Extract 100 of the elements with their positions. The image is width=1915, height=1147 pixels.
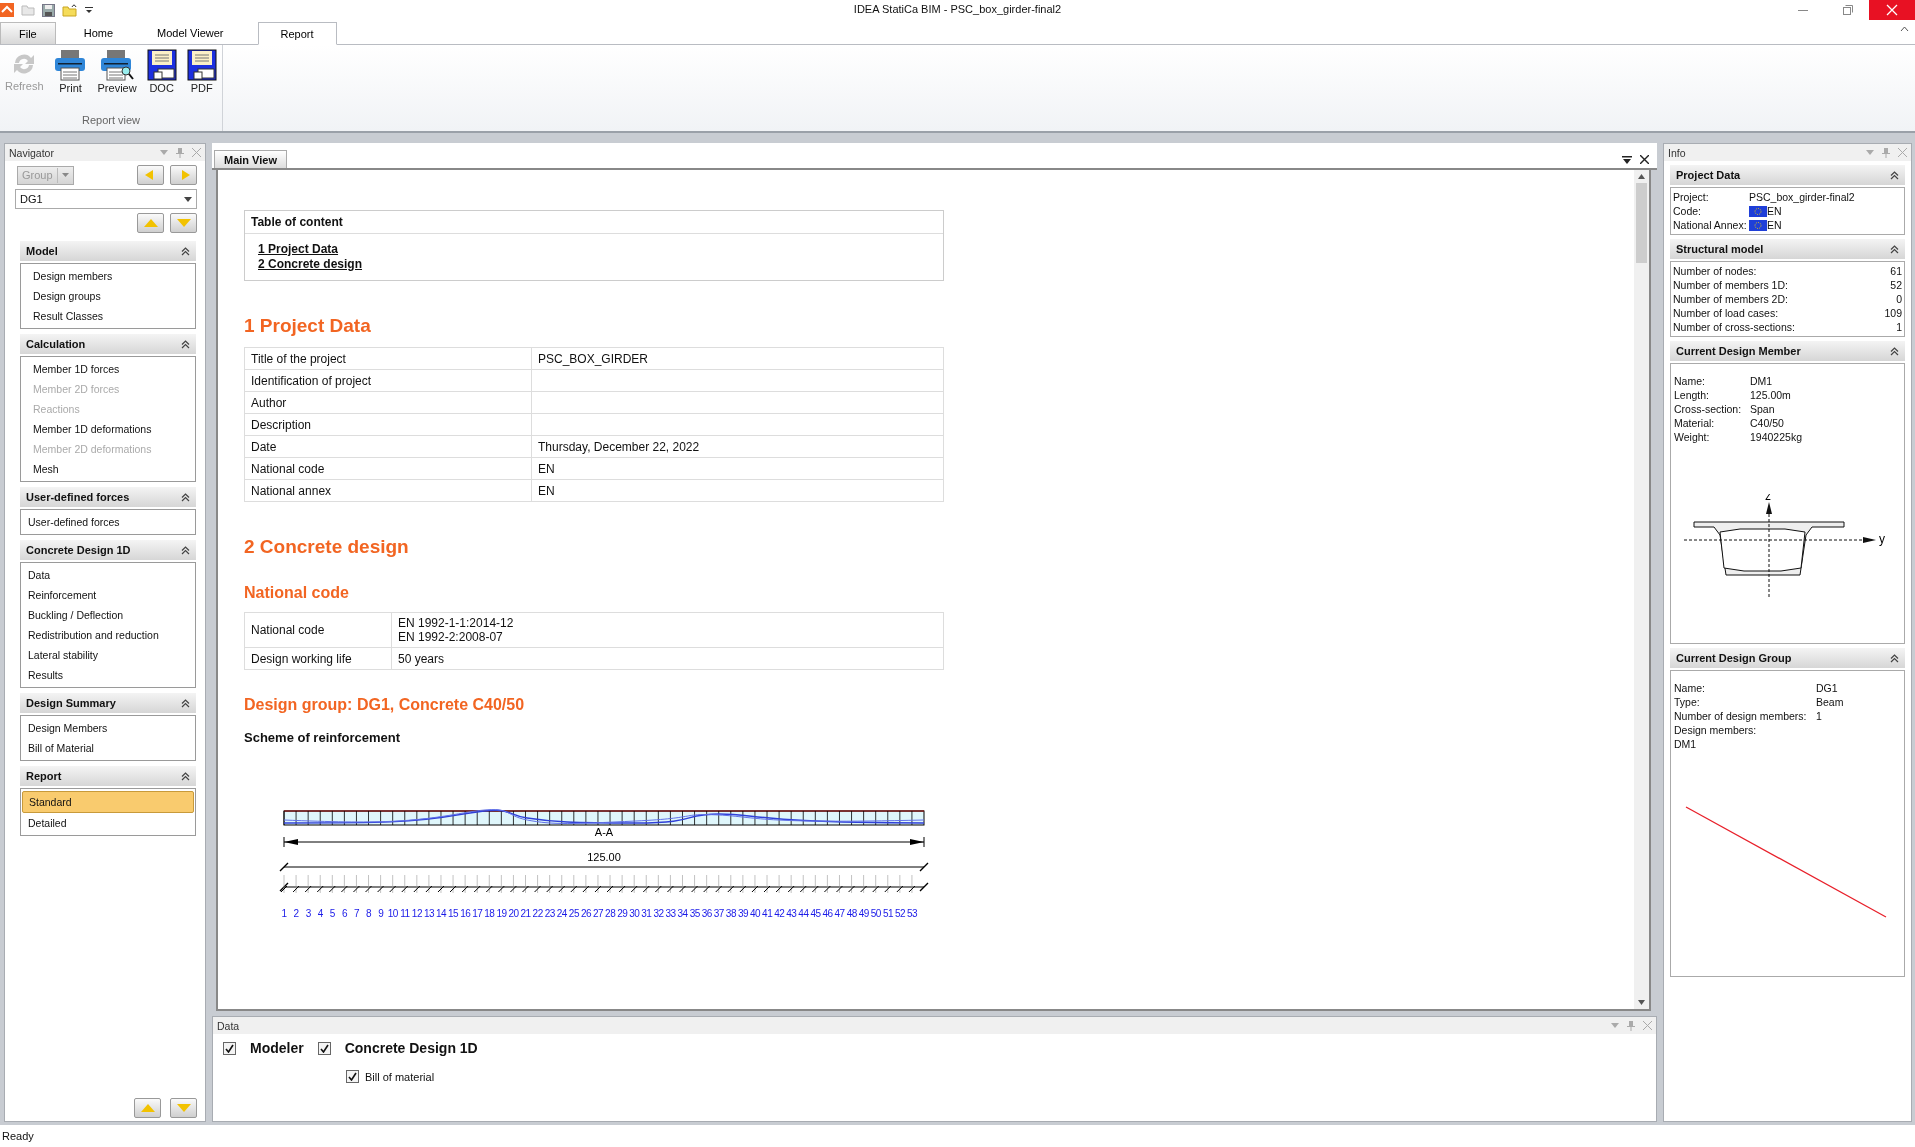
collapse-icon <box>181 545 190 555</box>
navigator-item[interactable]: Standard <box>22 791 194 813</box>
info-label: Project: <box>1673 190 1710 204</box>
element-number: 40 <box>749 908 762 919</box>
ribbon-tab[interactable]: File <box>0 22 56 44</box>
navigator-item[interactable]: Design Members <box>22 718 194 738</box>
ribbon-button[interactable]: DOC <box>143 49 180 94</box>
move-down-button[interactable] <box>170 213 197 233</box>
collapse-icon <box>181 492 190 502</box>
ribbon-tab[interactable]: Report <box>257 22 337 45</box>
section-header[interactable]: Project Data <box>1670 165 1905 185</box>
checkbox[interactable] <box>346 1070 359 1083</box>
navigator-item[interactable]: Member 1D deformations <box>22 419 194 439</box>
navigator-item[interactable]: Member 1D forces <box>22 359 194 379</box>
info-value: C40/50 <box>1750 416 1784 430</box>
document-tab[interactable]: Main View <box>214 150 287 168</box>
section-header[interactable]: Structural model <box>1670 239 1905 259</box>
move-up-button[interactable] <box>134 1098 161 1118</box>
navigator-item[interactable]: Design groups <box>22 286 194 306</box>
ribbon-button[interactable]: Preview <box>94 49 140 94</box>
checkbox[interactable] <box>317 1041 331 1055</box>
info-value: 1940225kg <box>1750 430 1802 444</box>
info-label: Design members: <box>1674 723 1758 737</box>
pin-icon[interactable] <box>1627 1020 1635 1031</box>
navigator-item[interactable]: Design members <box>22 266 194 286</box>
info-value: EN <box>1767 218 1782 232</box>
info-label: Code: <box>1673 204 1703 218</box>
element-number: 7 <box>352 908 361 919</box>
table-cell: Title of the project <box>244 347 532 370</box>
ribbon-button[interactable]: PDF <box>183 49 220 94</box>
element-number: 42 <box>773 908 786 919</box>
section-header[interactable]: User-defined forces <box>20 487 196 507</box>
element-number: 16 <box>459 908 472 919</box>
navigator-item[interactable]: Data <box>22 565 194 585</box>
next-button[interactable] <box>170 165 197 185</box>
element-number: 36 <box>700 908 713 919</box>
collapse-ribbon-icon[interactable] <box>1900 26 1909 32</box>
dropdown-icon[interactable] <box>1622 156 1632 164</box>
navigator-item[interactable]: Results <box>22 665 194 685</box>
info-label: Length: <box>1674 388 1711 402</box>
save-icon[interactable] <box>42 3 55 17</box>
section-header[interactable]: Report <box>20 766 196 786</box>
folder-icon[interactable] <box>21 4 35 16</box>
navigator-item[interactable]: User-defined forces <box>22 512 194 532</box>
element-number: 30 <box>628 908 641 919</box>
info-value: Span <box>1750 402 1775 416</box>
checkbox[interactable] <box>223 1041 236 1055</box>
section-header[interactable]: Current Design Member <box>1670 341 1905 361</box>
open-folder-icon[interactable] <box>62 3 78 17</box>
element-number: 18 <box>483 908 496 919</box>
down-arrow-icon <box>176 219 191 227</box>
table-cell: Description <box>244 413 532 436</box>
collapse-icon <box>181 246 190 256</box>
element-number: 14 <box>435 908 448 919</box>
pin-icon[interactable] <box>1882 147 1890 158</box>
section-header[interactable]: Concrete Design 1D <box>20 540 196 560</box>
section-header[interactable]: Current Design Group <box>1670 648 1905 668</box>
section-header[interactable]: Design Summary <box>20 693 196 713</box>
pin-icon[interactable] <box>176 147 184 158</box>
navigator-item[interactable]: Bill of Material <box>22 738 194 758</box>
toc-link[interactable]: 1 Project Data <box>258 242 339 256</box>
navigator-item[interactable]: Reinforcement <box>22 585 194 605</box>
app-logo-icon[interactable] <box>0 3 14 17</box>
panel-title: Info <box>1668 146 1686 159</box>
previous-button[interactable] <box>137 165 164 185</box>
dropdown-icon <box>61 173 69 177</box>
element-number: 4 <box>316 908 324 919</box>
vertical-scrollbar[interactable] <box>1634 170 1649 1009</box>
info-label: Material: <box>1674 416 1716 430</box>
dropdown-icon[interactable] <box>85 6 93 14</box>
navigator-item[interactable]: Mesh <box>22 459 194 479</box>
navigator-item[interactable]: Buckling / Deflection <box>22 605 194 625</box>
toc-title: Table of content <box>245 211 943 234</box>
navigator-item[interactable]: Redistribution and reduction <box>22 625 194 645</box>
info-label: Number of design members: <box>1674 709 1808 723</box>
element-number: 47 <box>833 908 846 919</box>
close-icon[interactable] <box>1640 155 1649 164</box>
info-label: Cross-section: <box>1674 402 1743 416</box>
navigator-item[interactable]: Detailed <box>22 813 194 833</box>
printer-icon <box>53 49 88 81</box>
info-label: Number of cross-sections: <box>1673 320 1795 334</box>
table-cell: Thursday, December 22, 2022 <box>531 435 944 458</box>
ribbon-tab[interactable]: Home <box>61 22 136 44</box>
move-down-button[interactable] <box>170 1098 197 1118</box>
element-number: 25 <box>567 908 580 919</box>
section-header[interactable]: Calculation <box>20 334 196 354</box>
table-cell: EN 1992-1-1:2014-12 EN 1992-2:2008-07 <box>391 612 944 648</box>
ribbon-tab[interactable]: Model Viewer <box>135 22 246 44</box>
toc-link[interactable]: 2 Concrete design <box>258 257 363 271</box>
figure-title: Scheme of reinforcement <box>244 730 402 745</box>
element-number: 20 <box>507 908 520 919</box>
info-value: 109 <box>1884 306 1902 320</box>
section-header[interactable]: Model <box>20 241 196 261</box>
element-number: 15 <box>447 908 460 919</box>
ribbon-button[interactable]: Print <box>50 49 91 94</box>
navigator-item[interactable]: Result Classes <box>22 306 194 326</box>
navigator-item[interactable]: Lateral stability <box>22 645 194 665</box>
scrollbar-thumb[interactable] <box>1636 183 1647 263</box>
member-selector[interactable]: DG1 <box>15 189 197 209</box>
move-up-button[interactable] <box>137 213 164 233</box>
